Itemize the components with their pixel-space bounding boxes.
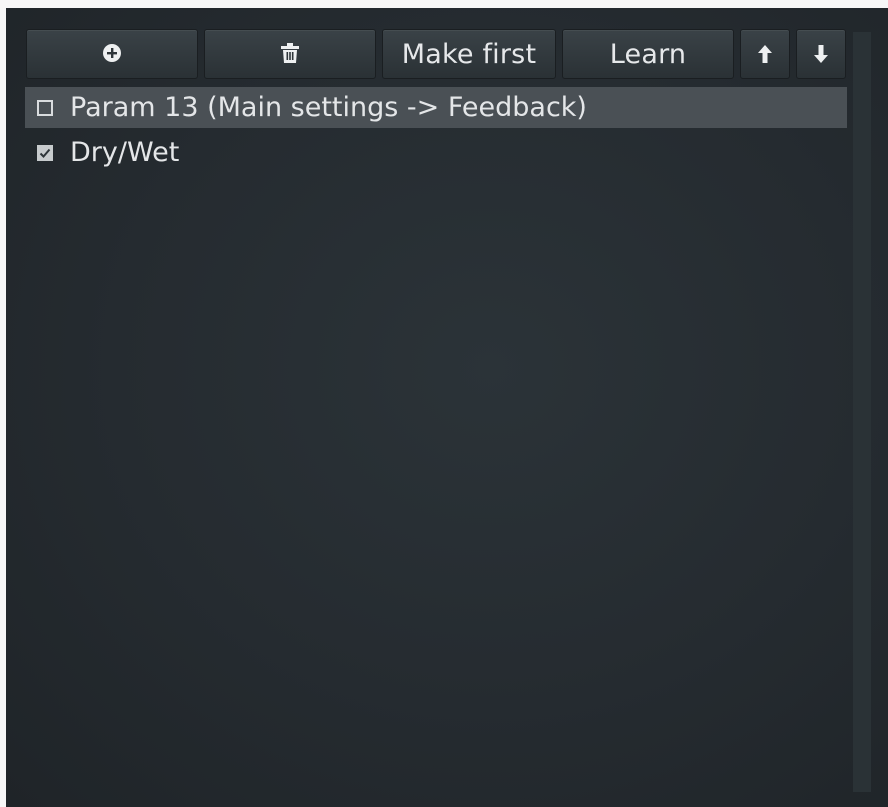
arrow-down-icon [814,39,828,70]
list-item[interactable]: Param 13 (Main settings -> Feedback) [25,87,847,128]
arrow-up-icon [758,39,772,70]
list-item[interactable]: Dry/Wet [25,132,847,173]
trash-icon [281,39,299,70]
make-first-label: Make first [401,38,537,70]
list-item-label: Dry/Wet [70,137,180,168]
add-circle-icon [102,39,122,70]
learn-label: Learn [609,38,687,70]
move-up-button[interactable] [740,29,790,79]
checkbox[interactable] [37,99,53,116]
list-item-label: Param 13 (Main settings -> Feedback) [70,92,587,123]
scrollbar[interactable] [853,32,871,792]
learn-button[interactable]: Learn [562,29,734,79]
checkmark-icon [39,148,51,158]
move-down-button[interactable] [796,29,846,79]
add-button[interactable] [26,29,198,79]
checkbox[interactable] [37,144,53,161]
parameter-list-panel: Make first Learn Param 13 (Main settings… [6,8,888,807]
delete-button[interactable] [204,29,376,79]
make-first-button[interactable]: Make first [382,29,556,79]
parameter-list: Param 13 (Main settings -> Feedback) Dry… [25,87,847,177]
